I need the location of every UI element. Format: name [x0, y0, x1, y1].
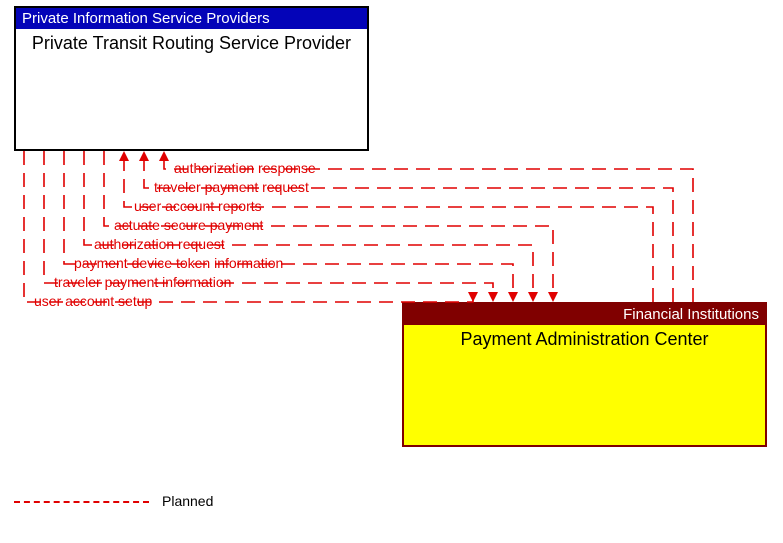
flow-label: user account setup	[34, 293, 152, 309]
flow-label: actuate secure payment	[114, 217, 263, 233]
flow-arrowhead-icon	[159, 151, 169, 161]
entity-box-payment-admin: Financial Institutions Payment Administr…	[402, 302, 767, 447]
entity-title: Private Transit Routing Service Provider	[16, 29, 367, 58]
legend-label: Planned	[162, 493, 213, 509]
flow-arrowhead-icon	[548, 292, 558, 302]
legend-line-icon	[14, 501, 149, 503]
flow-label: payment device token information	[74, 255, 283, 271]
flow-label: traveler payment request	[154, 179, 309, 195]
entity-header: Private Information Service Providers	[16, 8, 367, 29]
flow-arrowhead-icon	[528, 292, 538, 302]
flow-arrowhead-icon	[508, 292, 518, 302]
flow-label: user account reports	[134, 198, 262, 214]
flow-arrowhead-icon	[139, 151, 149, 161]
entity-box-private-transit: Private Information Service Providers Pr…	[14, 6, 369, 151]
flow-arrowhead-icon	[468, 292, 478, 302]
flow-label: traveler payment information	[54, 274, 231, 290]
flow-label: authorization response	[174, 160, 316, 176]
entity-title: Payment Administration Center	[404, 325, 765, 354]
flow-label: authorization request	[94, 236, 225, 252]
flow-arrowhead-icon	[488, 292, 498, 302]
flow-arrowhead-icon	[119, 151, 129, 161]
entity-header: Financial Institutions	[404, 304, 765, 325]
